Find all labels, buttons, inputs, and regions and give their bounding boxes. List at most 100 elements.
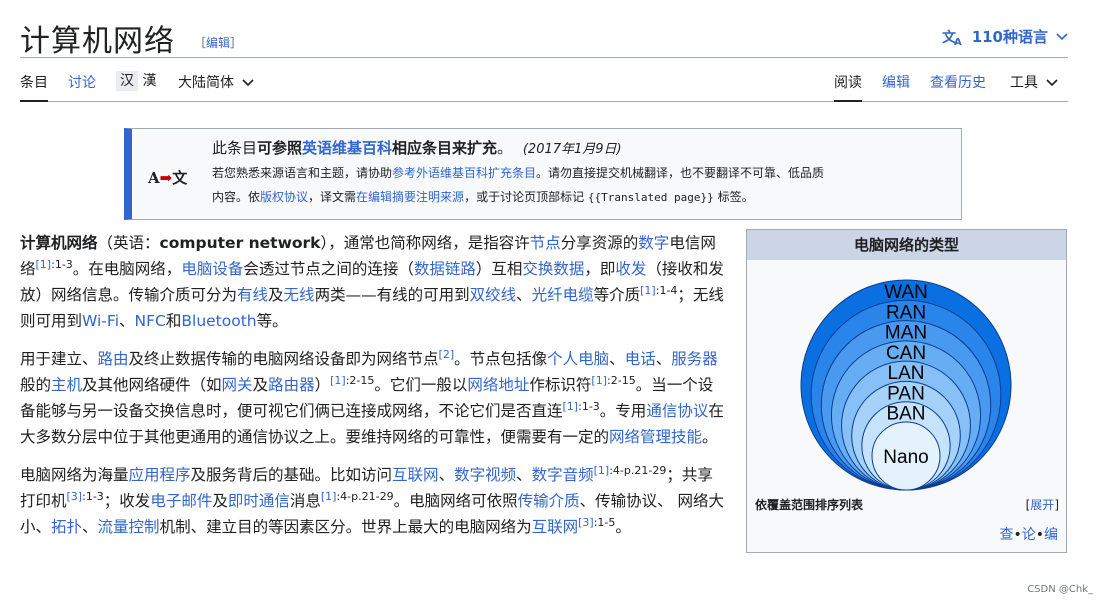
link[interactable]: 双绞线 — [470, 286, 517, 304]
edit-template-link[interactable]: 编 — [1044, 527, 1058, 543]
link[interactable]: 电脑设备 — [181, 260, 243, 278]
link[interactable]: 有线 — [237, 286, 268, 304]
link[interactable]: 流量控制 — [98, 518, 160, 536]
text: ）互相 — [475, 260, 523, 278]
text: 等介质 — [593, 286, 641, 304]
text: 及其他网络硬件（如 — [82, 376, 222, 394]
text: 。电脑网络可依照 — [393, 492, 518, 510]
text: 、 — [655, 350, 672, 368]
link[interactable]: 收发 — [615, 260, 646, 278]
link[interactable]: 即时通信 — [228, 492, 290, 510]
citation-page: :1-3 — [51, 257, 73, 271]
citation-link[interactable]: [3] — [578, 516, 594, 529]
citation-link[interactable]: [2] — [439, 348, 455, 361]
link[interactable]: Wi-Fi — [82, 312, 119, 330]
link[interactable]: 网络管理技能 — [609, 428, 702, 446]
link[interactable]: 网络地址 — [467, 376, 529, 394]
watermark: CSDN @Chk_ — [1027, 584, 1093, 595]
link[interactable]: 数字视频 — [454, 466, 516, 484]
text: 、 — [516, 286, 532, 304]
edit-summary-link[interactable]: 在编辑摘要注明来源 — [356, 190, 464, 204]
edit-bracket-open: ［ — [194, 36, 207, 50]
notice-expand-link[interactable]: 参考外语维基百科扩充条目 — [392, 166, 536, 180]
notice-enwiki-link[interactable]: 英语维基百科 — [302, 139, 392, 157]
link[interactable]: 数据链路 — [414, 260, 476, 278]
bracket: ] — [1054, 498, 1059, 512]
variant-trad[interactable]: 汉 — [116, 71, 138, 91]
link[interactable]: 数字 — [638, 234, 669, 252]
link[interactable]: 路由器 — [268, 376, 315, 394]
link[interactable]: 光纤电缆 — [532, 286, 594, 304]
notice-text-segment: 。 — [497, 139, 513, 157]
text: 及服务背后的基础。比如访问 — [190, 466, 393, 484]
citation-link[interactable]: [1] — [563, 400, 579, 413]
citation-link[interactable]: [1] — [640, 284, 656, 297]
citation-link[interactable]: [1] — [330, 374, 346, 387]
link[interactable]: 互联网 — [532, 518, 579, 536]
link[interactable]: 路由 — [98, 350, 129, 368]
link[interactable]: 拓扑 — [51, 518, 82, 536]
edit-bracket-close: ］ — [230, 36, 243, 50]
link[interactable]: 节点 — [530, 234, 561, 252]
license-link[interactable]: 版权协议 — [260, 190, 308, 204]
variant-simp[interactable]: 漢 — [142, 73, 156, 89]
template-code: {{Translated page}} — [587, 191, 714, 204]
citation-link[interactable]: [1] — [321, 490, 337, 503]
tools-dropdown[interactable]: 工具 — [1010, 72, 1059, 92]
variant-toggle[interactable]: 汉 漢 — [116, 70, 156, 91]
notice-text-segment: 。请勿直接提交机械翻译，也不要翻译不可靠、低品质 — [536, 166, 825, 180]
tab-read[interactable]: 阅读 — [834, 72, 862, 102]
link[interactable]: 个人电脑 — [547, 350, 609, 368]
tab-talk[interactable]: 讨论 — [68, 72, 96, 92]
text: 等。 — [256, 312, 288, 330]
expand-link[interactable]: 展开 — [1030, 498, 1054, 512]
text: 。 — [702, 428, 718, 446]
page-tabs: 条目 讨论 汉 漢 大陆简体 阅读 编辑 查看历史 工具 — [20, 66, 1068, 102]
svg-text:A: A — [954, 37, 962, 46]
expand-toggle[interactable]: [展开] — [1026, 496, 1059, 513]
link[interactable]: 无线 — [284, 286, 315, 304]
text: 及终止数据传输的电脑网络设备即为网络节点 — [128, 350, 439, 368]
tab-history[interactable]: 查看历史 — [930, 72, 986, 92]
link[interactable]: 主机 — [51, 376, 82, 394]
link[interactable]: Bluetooth — [181, 312, 256, 330]
tab-edit[interactable]: 编辑 — [882, 72, 910, 92]
text: ），通常也简称网络，是指容许 — [320, 234, 530, 252]
notice-line-1: 此条目可参照英语维基百科相应条目来扩充。 (2017年1月9日) — [212, 137, 952, 161]
text: 、 — [438, 466, 455, 484]
tab-article[interactable]: 条目 — [20, 72, 48, 102]
link[interactable]: 电子邮件 — [150, 492, 212, 510]
navbox-links: 查•论•编 — [999, 524, 1058, 544]
citation-page: :1-3 — [82, 489, 104, 503]
text: 计算机网络 — [20, 234, 98, 252]
link[interactable]: 电话 — [625, 350, 656, 368]
citation-link[interactable]: [1] — [591, 374, 607, 387]
link[interactable]: 服务器 — [671, 350, 718, 368]
citation-page: :1-5 — [593, 515, 616, 529]
variant-dropdown[interactable]: 大陆简体 — [178, 72, 255, 92]
tools-label: 工具 — [1010, 75, 1038, 91]
citation-link[interactable]: [1] — [36, 258, 52, 271]
link[interactable]: 应用程序 — [129, 466, 191, 484]
text: 和 — [165, 312, 182, 330]
citation-link[interactable]: [1] — [594, 464, 610, 477]
title-edit-link[interactable]: 编辑 — [206, 36, 230, 50]
view-template-link[interactable]: 查 — [999, 527, 1013, 543]
citation-page: :4-p.21-29 — [609, 463, 667, 477]
language-button[interactable]: 文 A 110种语言 — [942, 26, 1068, 47]
link[interactable]: 交换数据 — [522, 260, 584, 278]
link[interactable]: 数字音频 — [532, 466, 594, 484]
paragraph-1: 计算机网络（英语：computer network），通常也简称网络，是指容许节… — [20, 230, 728, 334]
paragraph-2: 用于建立、路由及终止数据传输的电脑网络设备即为网络节点[2]。节点包括像个人电脑… — [20, 346, 728, 450]
citation-link[interactable]: [3] — [67, 490, 83, 503]
text: 。节点包括像 — [454, 350, 548, 368]
link[interactable]: 通信协议 — [646, 402, 708, 420]
link[interactable]: 传输介质 — [518, 492, 580, 510]
link[interactable]: 互联网 — [392, 466, 439, 484]
ring-label-wan: WAN — [884, 282, 928, 303]
text: ，即 — [584, 260, 616, 278]
talk-template-link[interactable]: 论 — [1022, 527, 1036, 543]
link[interactable]: 网关 — [222, 376, 253, 394]
network-scope-diagram: WANRANMANCANLANPANBAN Nano — [800, 279, 1012, 491]
link[interactable]: NFC — [135, 312, 166, 330]
